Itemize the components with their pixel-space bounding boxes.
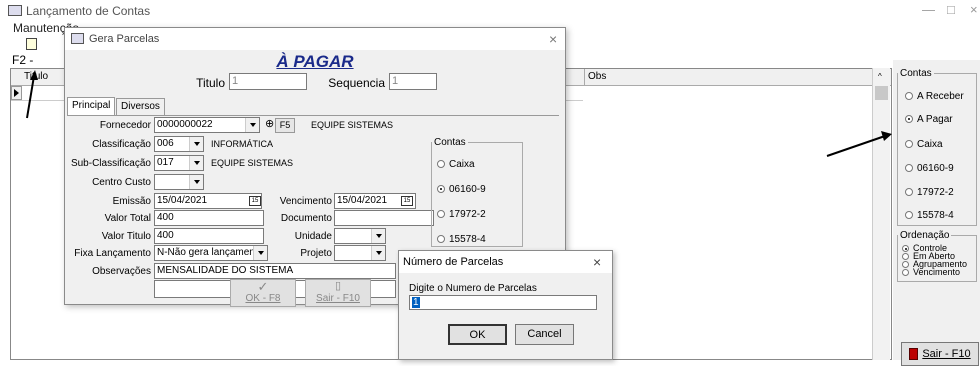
annotation-arrows [26,70,892,157]
arrow-to-new-button [26,70,38,119]
arrow-to-a-pagar [826,131,892,157]
